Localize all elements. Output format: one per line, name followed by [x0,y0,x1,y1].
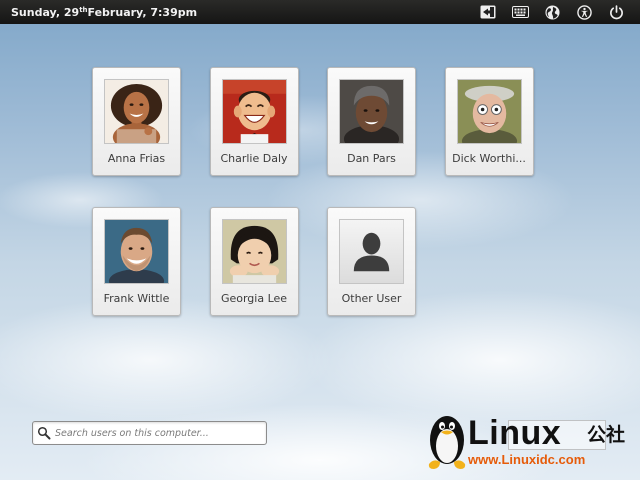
watermark-url: www.Linuxidc.com [468,452,586,467]
session-indicator[interactable] [472,0,504,24]
user-card-charlie-daly[interactable]: Charlie Daly [209,67,299,176]
user-name: Frank Wittle [103,292,170,305]
user-card-georgia-lee[interactable]: Georgia Lee [209,207,299,316]
avatar-photo [105,80,168,143]
user-search-box[interactable] [32,421,267,445]
watermark-word: Linux [468,414,562,452]
avatar-photo [222,80,286,143]
generic-user-icon [340,220,403,283]
avatar [339,79,404,144]
accessibility-indicator[interactable] [568,0,600,24]
keyboard-icon [511,6,529,18]
avatar-photo [340,80,403,143]
indicator-area [472,0,632,24]
tux-penguin-icon [428,416,466,469]
user-card-frank-wittle[interactable]: Frank Wittle [92,207,181,316]
accessibility-icon [576,4,592,20]
clock-date: Sunday, 29 [11,5,80,19]
avatar [221,219,287,284]
network-indicator[interactable] [536,0,568,24]
user-name: Dick Worthi... [452,152,526,165]
user-card-dan-pars[interactable]: Dan Pars [327,67,416,176]
avatar [456,79,522,144]
user-name: Dan Pars [347,152,396,165]
user-card-dick-worthington[interactable]: Dick Worthi... [444,67,534,176]
power-icon [609,4,623,19]
session-icon [480,5,496,19]
search-icon [37,426,51,440]
avatar [104,219,169,284]
avatar-photo [457,80,521,143]
clock[interactable]: Sunday, 29th February, 7:39pm [11,6,197,19]
watermark-cn: 公社 [587,424,626,446]
clock-rest: February, 7:39pm [87,5,198,19]
keyboard-indicator[interactable] [504,0,536,24]
avatar [339,219,404,284]
user-name: Other User [341,292,402,305]
power-indicator[interactable] [600,0,632,24]
avatar-photo [222,220,286,283]
clock-day-suffix: th [79,5,88,14]
avatar-photo [105,220,168,283]
top-panel: Sunday, 29th February, 7:39pm [0,0,640,24]
watermark: Linux 公社 www.Linuxidc.com [424,410,636,478]
avatar [104,79,169,144]
user-list: Anna Frias Charlie Daly Dan Pars Dick Wo… [92,67,534,316]
search-input[interactable] [55,427,260,439]
avatar [221,79,287,144]
user-card-other-user[interactable]: Other User [327,207,416,316]
user-name: Charlie Daly [220,152,288,165]
user-name: Anna Frias [107,152,166,165]
network-globe-icon [544,4,560,20]
user-name: Georgia Lee [220,292,288,305]
user-card-anna-frias[interactable]: Anna Frias [92,67,181,176]
